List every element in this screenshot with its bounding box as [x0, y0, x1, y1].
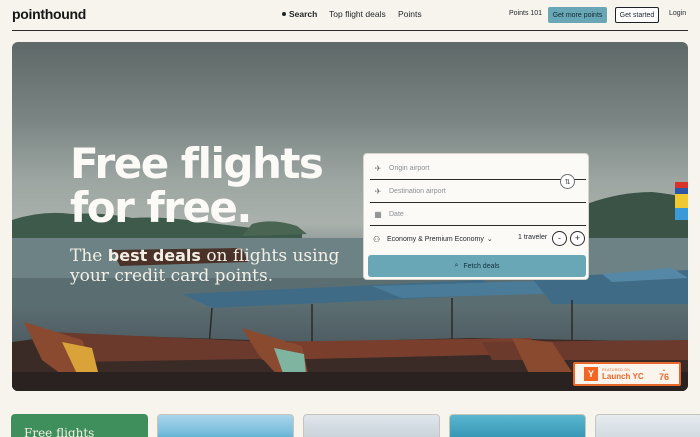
active-dot-icon [282, 12, 286, 16]
headline-line-1: Free flights [70, 139, 324, 188]
header-divider [12, 30, 688, 31]
headline-line-2: for free. [70, 183, 252, 232]
traveler-count: 1 traveler [518, 234, 548, 241]
launch-yc-badge[interactable]: Y FEATURED ON Launch YC ▲ 76 [573, 362, 681, 386]
nav-search[interactable]: Search [282, 9, 317, 19]
hero-banner: Free flights for free. The best deals on… [12, 42, 688, 391]
logo[interactable]: pointhound [12, 6, 86, 22]
hero-headline: Free flights for free. [70, 139, 324, 232]
deal-card-sea[interactable] [449, 414, 586, 437]
nav-top-flight-deals[interactable]: Top flight deals [329, 9, 386, 19]
flight-search-card: ✈ Origin airport ⇅ ✈ Destination airport… [363, 153, 589, 280]
nav-points[interactable]: Points [398, 9, 422, 19]
cabin-class-select[interactable]: Economy & Premium Economy ⌄ [387, 235, 493, 244]
deal-card-london[interactable] [303, 414, 440, 437]
origin-airport-field[interactable]: ✈ Origin airport [370, 158, 586, 180]
fetch-deals-button[interactable]: ⌕ Fetch deals [368, 255, 586, 277]
yc-upvotes: ▲ 76 [659, 368, 669, 382]
cabin-traveler-row: ⚇ Economy & Premium Economy ⌄ 1 traveler… [370, 229, 586, 249]
sub-bold: best deals [107, 246, 201, 265]
person-icon: ⚇ [373, 234, 381, 244]
top-header: pointhound Search Top flight deals Point… [0, 0, 700, 30]
get-more-points-button[interactable]: Get more points [548, 7, 607, 23]
deal-card-free-flights[interactable]: Free flights [11, 414, 148, 437]
origin-placeholder: Origin airport [389, 165, 430, 172]
nav-search-label: Search [289, 9, 318, 19]
upvote-count: 76 [658, 372, 669, 382]
chevron-down-icon: ⌄ [486, 236, 493, 243]
login-link[interactable]: Login [669, 10, 686, 17]
plane-takeoff-icon: ✈ [374, 164, 382, 173]
cabin-class-value: Economy & Premium Economy [387, 235, 484, 243]
get-started-button[interactable]: Get started [615, 7, 659, 23]
date-field[interactable]: ▦ Date [370, 204, 586, 226]
points-101-link[interactable]: Points 101 [509, 10, 542, 17]
decrease-travelers-button[interactable]: - [552, 231, 567, 246]
yc-title: Launch YC [602, 371, 644, 381]
calendar-icon: ▦ [374, 210, 382, 219]
date-placeholder: Date [389, 211, 404, 218]
increase-travelers-button[interactable]: + [570, 231, 585, 246]
sub-pre: The [70, 246, 108, 266]
deal-card-beach[interactable] [157, 414, 294, 437]
yc-badge-text: FEATURED ON Launch YC [602, 368, 644, 381]
hero-subheadline: The best deals on flights using your cre… [70, 246, 350, 286]
yc-logo-icon: Y [584, 367, 598, 381]
destination-placeholder: Destination airport [389, 188, 446, 195]
destination-airport-field[interactable]: ✈ Destination airport [370, 181, 586, 203]
plane-landing-icon: ✈ [374, 187, 382, 196]
search-icon: ⌕ [454, 262, 459, 269]
deal-card-sky[interactable] [595, 414, 700, 437]
deal-card-title: Free flights [24, 426, 95, 437]
fetch-deals-label: Fetch deals [463, 262, 500, 270]
